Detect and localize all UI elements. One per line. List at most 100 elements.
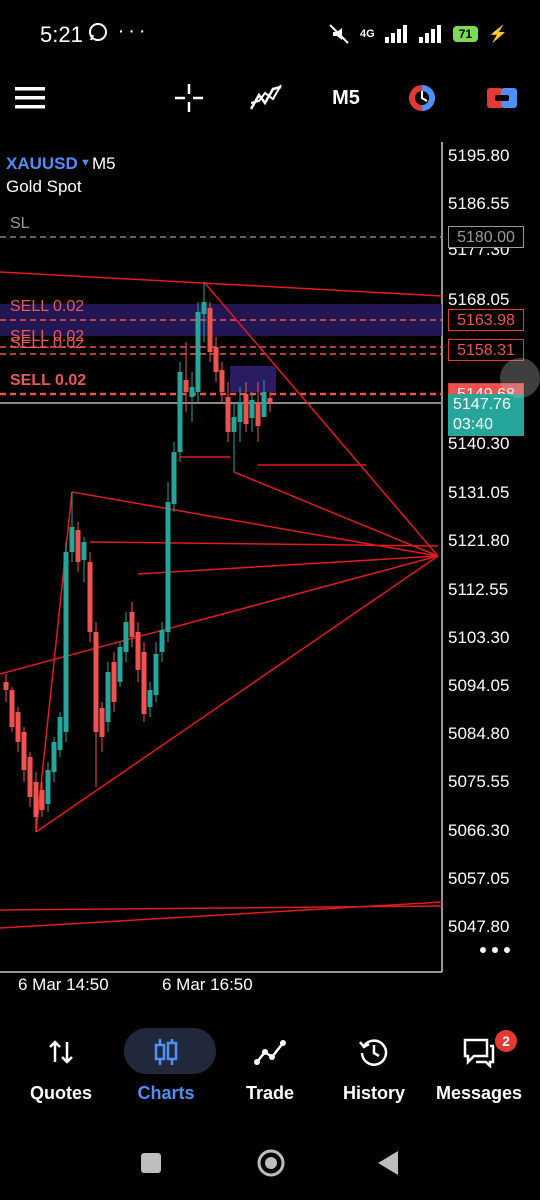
more-options-button[interactable] <box>478 942 512 958</box>
indicator-icon <box>249 84 282 110</box>
back-icon <box>378 1151 398 1175</box>
candlesticks <box>3 282 273 832</box>
status-bar: 5:21 ··· 4G 71 ⚡ <box>0 0 540 68</box>
candle-body <box>243 394 249 424</box>
candle-body <box>237 402 243 422</box>
price-tick: 5066.30 <box>448 821 510 840</box>
chart-area[interactable]: XAUUSD ▼ M5 Gold Spot SL SELL 0.02 SELL … <box>0 142 540 1002</box>
candle-body <box>135 632 141 670</box>
symbol-dropdown-icon[interactable]: ▼ <box>80 157 91 169</box>
candle-body <box>183 380 189 392</box>
order-label-4[interactable]: SELL 0.02 <box>10 372 86 390</box>
home-button[interactable] <box>256 1148 286 1178</box>
trend-line <box>0 901 443 929</box>
timeframe-button[interactable]: M5 <box>324 76 368 120</box>
network-type: 4G <box>360 28 375 40</box>
nav-history-label: History <box>342 1083 405 1103</box>
nav-trade[interactable]: Trade <box>216 1020 324 1120</box>
recents-icon <box>141 1153 161 1173</box>
price-tick: 5057.05 <box>448 869 510 888</box>
status-notification-icons: ··· <box>88 20 150 43</box>
crosshair-button[interactable] <box>172 76 206 120</box>
status-time: 5:21 <box>40 22 83 47</box>
candle-body <box>105 672 111 722</box>
history-icon <box>359 1039 388 1066</box>
candle-body <box>153 654 159 695</box>
price-tick: 5186.55 <box>448 194 510 213</box>
home-icon <box>257 1149 285 1177</box>
sl-price-box: 5180.00 <box>448 226 524 248</box>
nav-messages[interactable]: 2 Messages <box>425 1020 533 1120</box>
status-right-icons: 4G 71 ⚡ <box>328 20 508 48</box>
order-label-3[interactable]: SELL 0.02 <box>10 335 84 353</box>
order-price-box-1: 5163.98 <box>448 309 524 331</box>
drag-handle-icon[interactable] <box>500 358 540 398</box>
candle-body <box>219 370 225 392</box>
messages-badge: 2 <box>495 1030 517 1052</box>
order-zone-2 <box>230 366 276 392</box>
symbol-description: Gold Spot <box>6 177 82 196</box>
trade-panel-button[interactable] <box>484 76 520 120</box>
candle-body <box>165 502 171 632</box>
price-tick: 5195.80 <box>448 146 510 165</box>
menu-button[interactable] <box>14 76 46 120</box>
one-click-trading-button[interactable] <box>404 76 440 120</box>
candle-body <box>267 398 273 404</box>
signal-icon-2 <box>418 25 441 43</box>
candle-body <box>117 647 123 682</box>
order-price-box-2: 5158.31 <box>448 339 524 361</box>
candle-body <box>225 397 231 432</box>
trade-icon <box>254 1040 286 1065</box>
bottom-navigation: Quotes Charts Trade History 2 Messages <box>0 1020 540 1120</box>
sl-label: SL <box>10 215 30 232</box>
candle-body <box>63 552 69 732</box>
nav-messages-label: Messages <box>435 1083 523 1103</box>
indicators-button[interactable] <box>248 76 284 120</box>
more-notifications-icon: ··· <box>117 20 150 43</box>
candle-body <box>261 392 267 417</box>
mute-icon <box>329 24 349 44</box>
candle-body <box>75 530 81 562</box>
nav-history[interactable]: History <box>320 1020 428 1120</box>
trend-line <box>71 491 439 557</box>
whatsapp-icon <box>89 22 107 41</box>
nav-quotes-label: Quotes <box>29 1083 92 1103</box>
candle-body <box>171 452 177 504</box>
recents-button[interactable] <box>140 1152 162 1174</box>
candle-body <box>69 527 75 552</box>
price-tick: 5121.80 <box>448 531 510 550</box>
candle-body <box>111 662 117 702</box>
candle-body <box>255 402 261 426</box>
nav-trade-label: Trade <box>245 1083 295 1103</box>
price-tick: 5168.05 <box>448 290 510 309</box>
candle-body <box>51 742 57 772</box>
order-label-1[interactable]: SELL 0.02 <box>10 298 84 316</box>
price-tick: 5131.05 <box>448 483 510 502</box>
candle-body <box>87 562 93 632</box>
candle-body <box>81 542 87 560</box>
nav-charts-label: Charts <box>137 1083 195 1103</box>
time-tick: 6 Mar 14:50 <box>18 975 109 994</box>
price-tick: 5094.05 <box>448 676 510 695</box>
signal-icon-1 <box>384 25 407 43</box>
price-tick: 5140.30 <box>448 434 510 453</box>
trade-panel-icon <box>487 88 517 108</box>
candle-body <box>9 690 15 727</box>
symbol-name[interactable]: XAUUSD <box>6 154 78 174</box>
price-tick: 5112.55 <box>448 580 509 599</box>
candle-body <box>27 757 33 797</box>
candle-body <box>189 387 195 397</box>
candle-body <box>57 717 63 750</box>
candle-body <box>123 622 129 652</box>
nav-quotes[interactable]: Quotes <box>7 1020 115 1120</box>
messages-icon <box>463 1038 495 1068</box>
nav-charts[interactable]: Charts <box>112 1020 220 1120</box>
candle-body <box>129 612 135 637</box>
back-button[interactable] <box>376 1150 400 1176</box>
candle-body <box>207 308 213 352</box>
price-tick: 5075.55 <box>448 772 510 791</box>
hamburger-icon <box>15 87 45 109</box>
candle-body <box>159 630 165 652</box>
current-price: 5147.76 <box>453 396 511 413</box>
candle-body <box>21 732 27 770</box>
